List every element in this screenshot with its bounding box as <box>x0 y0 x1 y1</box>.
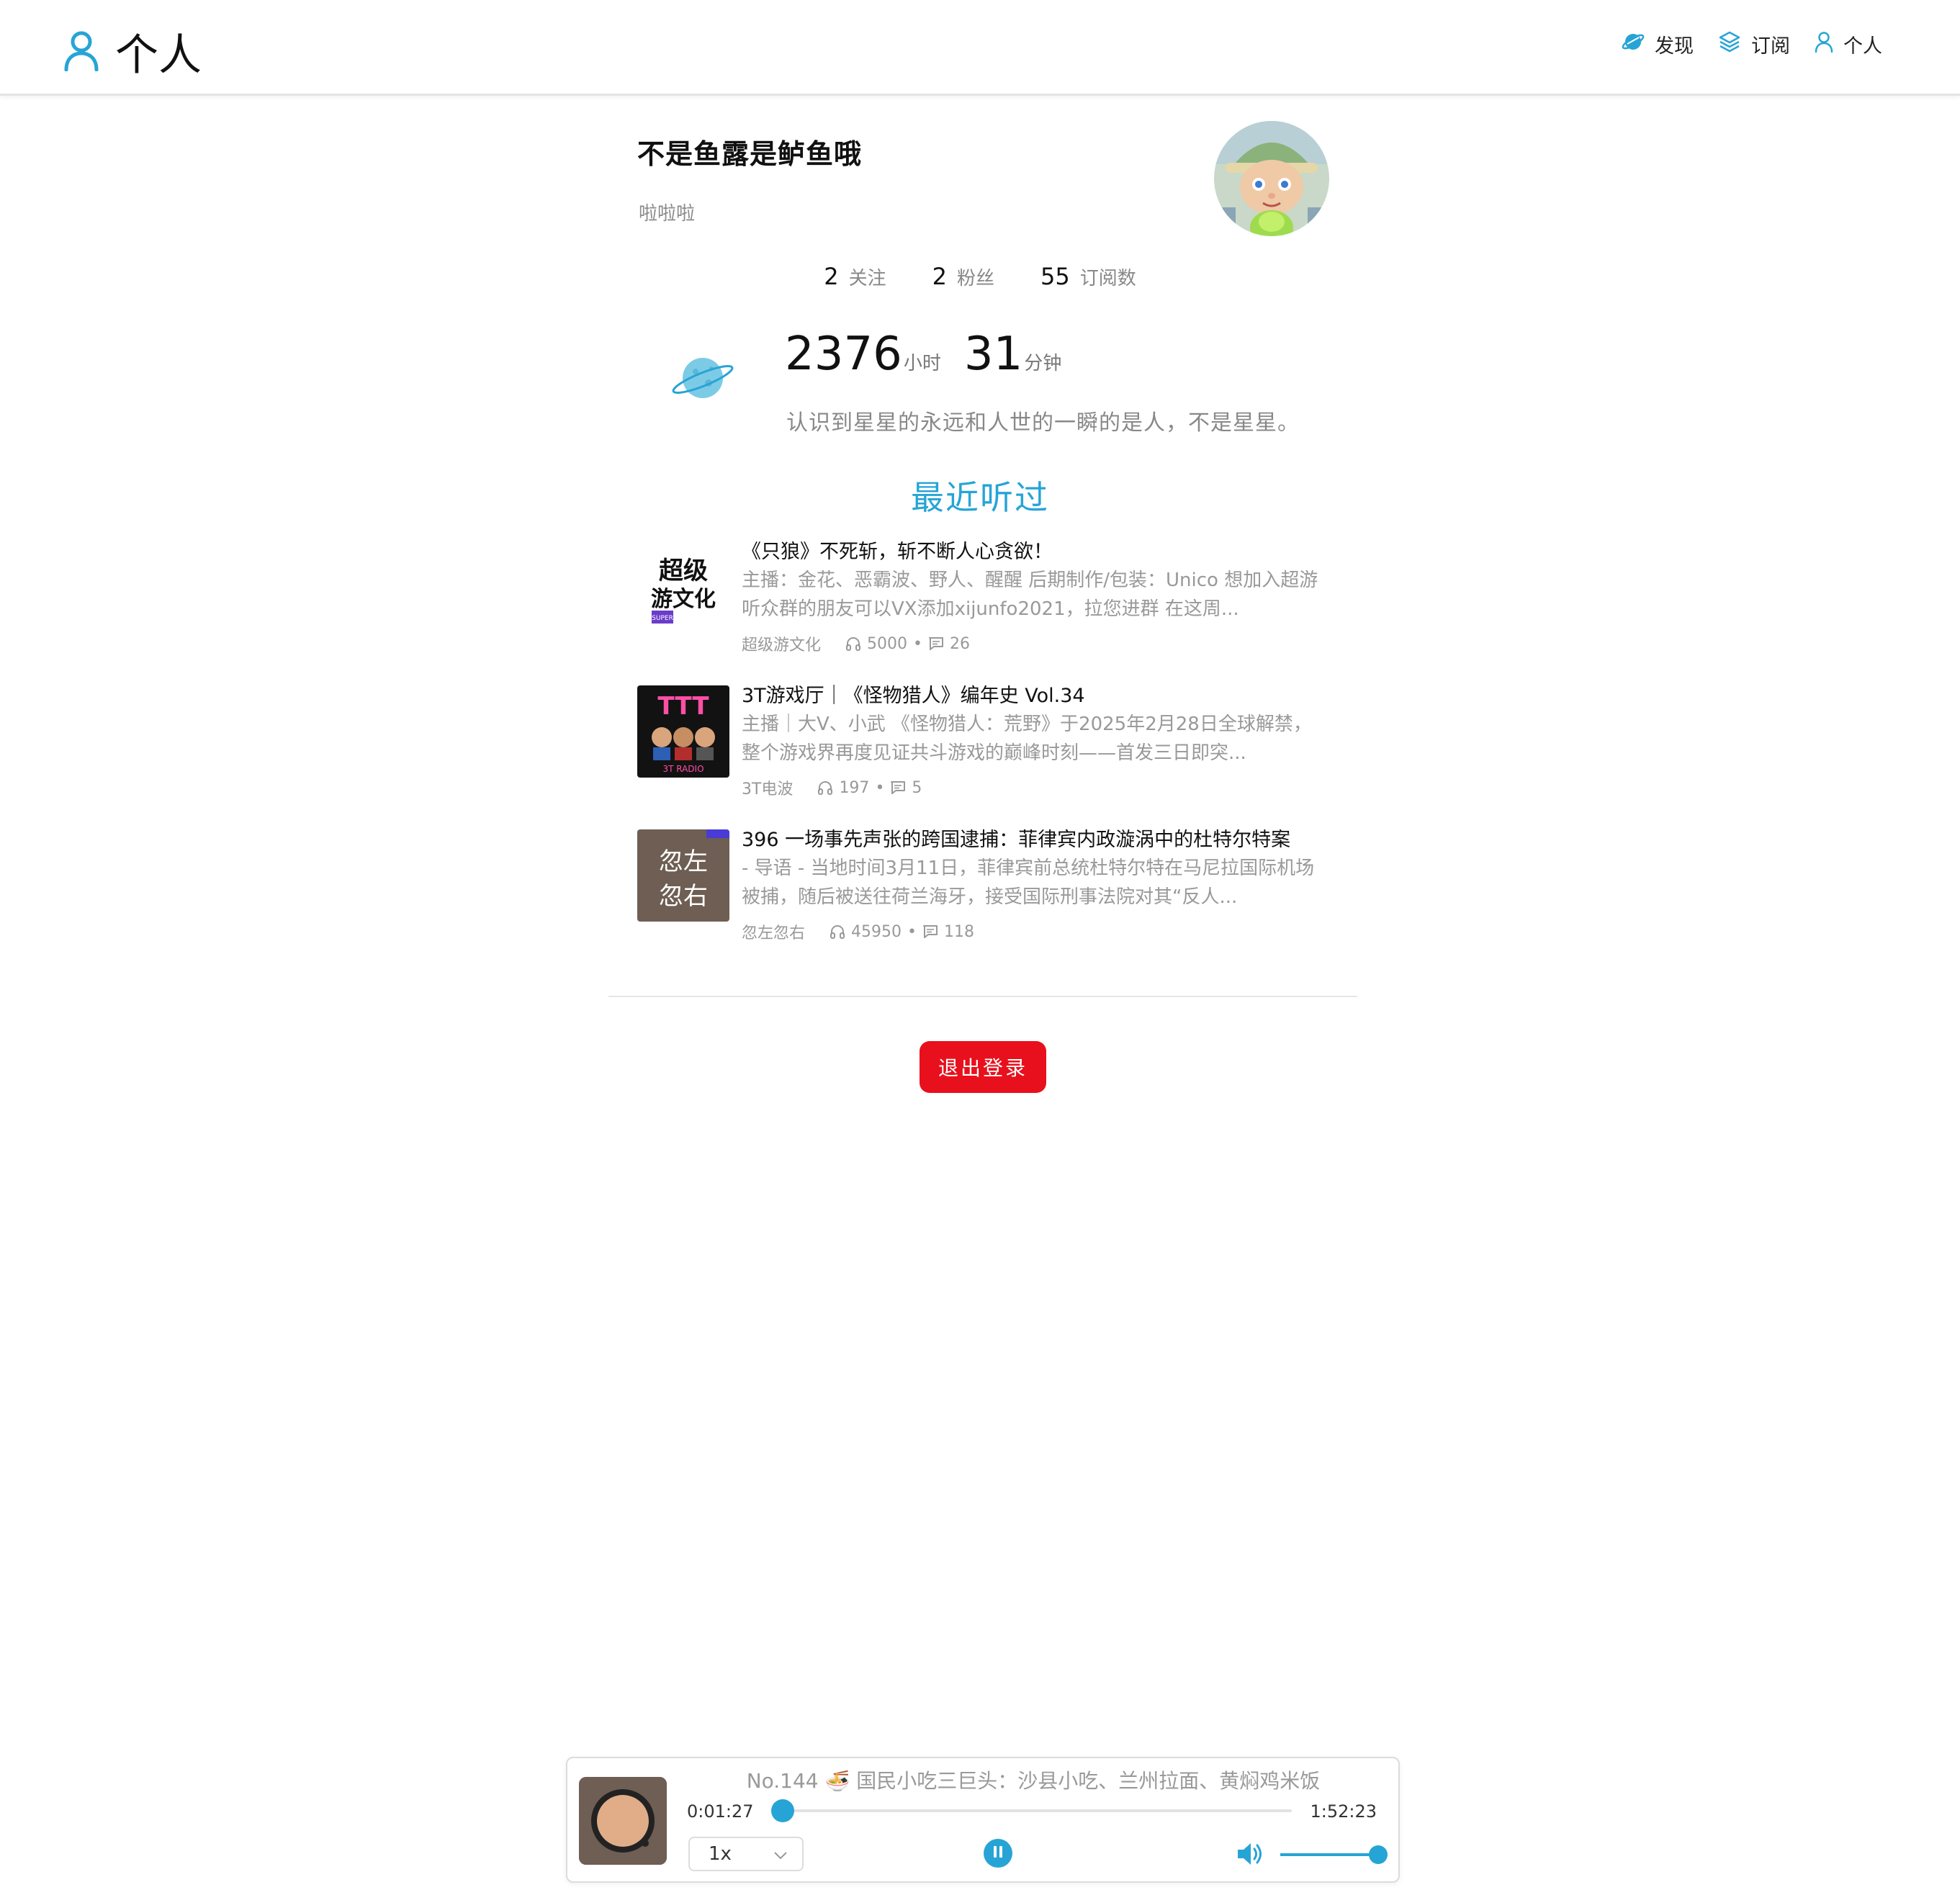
layers-icon <box>1718 30 1741 58</box>
nav-discover[interactable]: 发现 <box>1622 30 1694 58</box>
nav-subscriptions[interactable]: 订阅 <box>1718 30 1790 58</box>
list-item[interactable]: 忽左 忽右 396 一场事先声张的跨国逮捕：菲律宾内政漩涡中的杜特尔特案 - 导… <box>637 827 1329 971</box>
nav-profile-label: 个人 <box>1843 35 1882 58</box>
volume-slider[interactable] <box>1280 1845 1388 1864</box>
comment-icon <box>922 924 938 939</box>
current-time: 0:01:27 <box>687 1801 754 1822</box>
episode-description: 主播：金花、恶霸波、野人、醒醒 后期制作/包装：Unico 想加入超游听众群的朋… <box>742 570 1318 620</box>
episode-title: 3T游戏厅｜《怪物猎人》编年史 Vol.34 <box>742 685 1085 707</box>
pause-button[interactable] <box>984 1839 1012 1868</box>
progress-handle[interactable] <box>771 1799 795 1822</box>
planet-icon <box>1622 31 1645 58</box>
podcast-name[interactable]: 超级游文化 <box>742 632 821 655</box>
brand: 个人 <box>63 20 202 83</box>
profile-quote: 认识到星星的永远和人世的一瞬的是人，不是星星。 <box>786 410 1300 436</box>
logout-button[interactable]: 退出登录 <box>920 1041 1046 1093</box>
list-item[interactable]: TTT 3T RADIO 3T游戏厅｜《怪物猎人》编年史 Vol.34 主播｜大… <box>637 683 1329 827</box>
audio-player: No.144 🍜 国民小吃三巨头：沙县小吃、兰州拉面、黄焖鸡米饭 0:01:27… <box>566 1757 1400 1883</box>
recent-section-title: 最近听过 <box>911 478 1049 517</box>
svg-text:TTT: TTT <box>657 692 709 721</box>
svg-text:SUPER: SUPER <box>652 615 673 622</box>
episode-meta: 忽左忽右 45950 • 118 <box>742 920 1329 943</box>
profile-name: 不是鱼露是鲈鱼哦 <box>637 138 863 170</box>
chevron-down-icon <box>773 1843 788 1865</box>
page-title: 个人 <box>115 30 202 81</box>
episode-info: 3T游戏厅｜《怪物猎人》编年史 Vol.34 主播｜大V、小武 《怪物猎人：荒野… <box>742 683 1329 799</box>
stat-value: 2 <box>824 263 839 290</box>
stat-following[interactable]: 2 关注 <box>824 263 886 290</box>
volume-icon[interactable] <box>1236 1840 1264 1871</box>
listen-minutes: 31 <box>963 328 1023 381</box>
comment-count: 26 <box>950 634 970 653</box>
headphones-icon <box>845 636 861 651</box>
profile-stats: 2 关注 2 粉丝 55 订阅数 <box>0 263 1960 290</box>
podcast-name[interactable]: 忽左忽右 <box>742 920 805 943</box>
stat-label: 订阅数 <box>1079 268 1136 289</box>
stat-value: 55 <box>1040 263 1070 290</box>
recent-episode-list: 超级 游文化 SUPER 《只狼》不死斩，斩不断人心贪欲！ 主播：金花、恶霸波、… <box>637 539 1329 971</box>
episode-meta: 超级游文化 5000 • 26 <box>742 632 1329 655</box>
progress-slider[interactable] <box>771 1799 1292 1822</box>
meta-separator: • <box>913 634 922 653</box>
nav-discover-label: 发现 <box>1655 35 1694 58</box>
listen-hours: 2376 <box>785 328 902 381</box>
episode-meta: 3T电波 197 • 5 <box>742 776 1329 799</box>
list-item[interactable]: 超级 游文化 SUPER 《只狼》不死斩，斩不断人心贪欲！ 主播：金花、恶霸波、… <box>637 539 1329 683</box>
svg-text:游文化: 游文化 <box>651 587 716 612</box>
profile-bio: 啦啦啦 <box>639 203 696 225</box>
main-nav: 发现 订阅 个人 <box>1622 30 1882 58</box>
meta-separator: • <box>907 922 917 941</box>
total-time: 1:52:23 <box>1310 1801 1377 1822</box>
avatar[interactable] <box>1214 121 1329 236</box>
svg-text:3T RADIO: 3T RADIO <box>662 764 703 774</box>
comment-count: 118 <box>944 922 974 941</box>
planet-illustration-icon <box>671 354 734 405</box>
now-playing-title: No.144 🍜 国民小吃三巨头：沙县小吃、兰州拉面、黄焖鸡米饭 <box>746 1769 1321 1793</box>
now-playing-cover[interactable] <box>579 1777 667 1865</box>
episode-title: 396 一场事先声张的跨国逮捕：菲律宾内政漩涡中的杜特尔特案 <box>742 829 1291 851</box>
stat-label: 关注 <box>848 268 886 289</box>
stat-subscriptions[interactable]: 55 订阅数 <box>1040 263 1136 290</box>
stat-followers[interactable]: 2 粉丝 <box>932 263 994 290</box>
episode-info: 《只狼》不死斩，斩不断人心贪欲！ 主播：金花、恶霸波、野人、醒醒 后期制作/包装… <box>742 539 1329 655</box>
user-icon <box>1815 31 1833 58</box>
episode-cover: 忽左 忽右 <box>637 829 729 922</box>
svg-text:忽右: 忽右 <box>659 882 708 911</box>
nav-subscriptions-label: 订阅 <box>1751 35 1790 58</box>
listen-minutes-unit: 分钟 <box>1024 353 1062 374</box>
meta-separator: • <box>875 778 885 797</box>
headphones-icon <box>817 780 833 795</box>
comment-icon <box>890 780 906 795</box>
playback-speed-value: 1x <box>709 1843 732 1865</box>
comment-icon <box>928 636 944 651</box>
podcast-name[interactable]: 3T电波 <box>742 776 793 799</box>
episode-title: 《只狼》不死斩，斩不断人心贪欲！ <box>742 541 1053 563</box>
svg-text:忽左: 忽左 <box>659 847 708 876</box>
playback-speed-select[interactable]: 1x <box>688 1837 804 1871</box>
episode-description: 主播｜大V、小武 《怪物猎人：荒野》于2025年2月28日全球解禁，整个游戏界再… <box>742 714 1312 764</box>
divider <box>608 996 1357 997</box>
play-count: 45950 <box>851 922 902 941</box>
volume-fill <box>1280 1853 1378 1856</box>
listen-time: 2376 小时 31 分钟 <box>785 328 1084 381</box>
episode-info: 396 一场事先声张的跨国逮捕：菲律宾内政漩涡中的杜特尔特案 - 导语 - 当地… <box>742 827 1329 943</box>
nav-profile[interactable]: 个人 <box>1815 30 1882 58</box>
svg-text:超级: 超级 <box>659 557 708 585</box>
episode-cover: TTT 3T RADIO <box>637 685 729 778</box>
episode-cover: 超级 游文化 SUPER <box>637 541 729 634</box>
top-navigation-bar: 个人 发现 订阅 个人 <box>0 0 1960 96</box>
volume-handle[interactable] <box>1369 1845 1388 1864</box>
comment-count: 5 <box>912 778 922 797</box>
play-count: 5000 <box>867 634 908 653</box>
pause-icon <box>992 1845 1004 1861</box>
episode-description: - 导语 - 当地时间3月11日，菲律宾前总统杜特尔特在马尼拉国际机场被捕，随后… <box>742 858 1315 908</box>
listen-hours-unit: 小时 <box>903 353 941 374</box>
stat-label: 粉丝 <box>956 268 994 289</box>
user-icon <box>63 30 99 74</box>
stat-value: 2 <box>932 263 947 290</box>
play-count: 197 <box>839 778 870 797</box>
headphones-icon <box>830 924 845 939</box>
